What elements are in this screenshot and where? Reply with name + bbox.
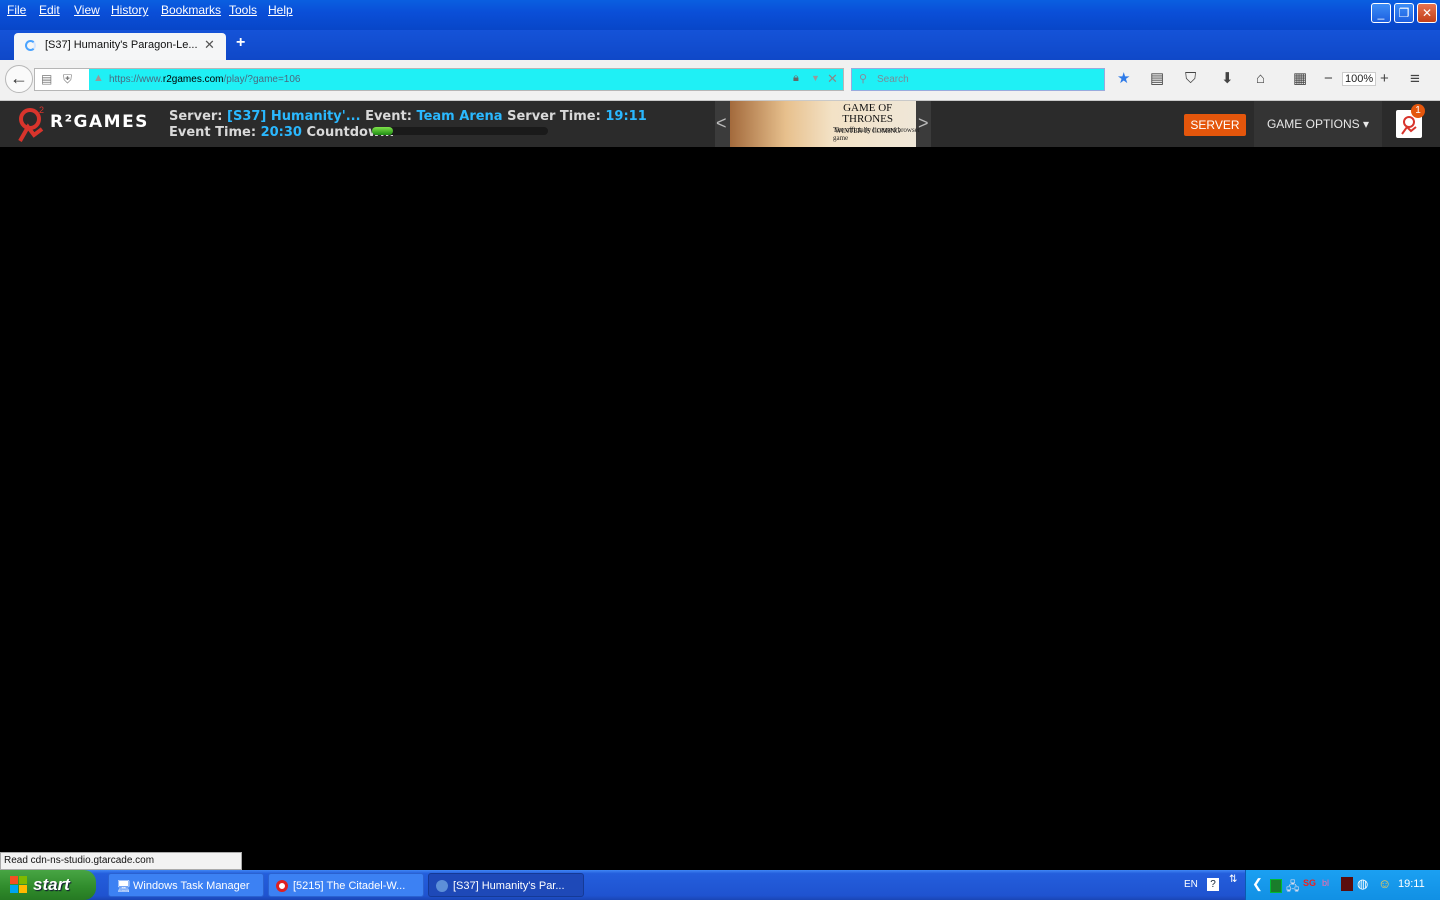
zoom-level[interactable]: 100%	[1342, 72, 1377, 86]
tab-close-icon[interactable]: ✕	[204, 37, 215, 53]
warning-icon: ▲	[93, 72, 104, 84]
opera-icon	[276, 880, 288, 892]
task-opera-citadel[interactable]: [5215] The Citadel-W...	[268, 873, 424, 897]
identity-icon[interactable]: ▤	[41, 72, 52, 86]
loading-spinner-icon	[25, 40, 36, 51]
dropdown-icon[interactable]: ▼	[811, 73, 820, 83]
sync-tabs-icon[interactable]: ▦	[1293, 70, 1307, 88]
server-info-line: Server: [S37] Humanity'... Event: Team A…	[169, 109, 647, 124]
search-icon: ⚲	[859, 73, 868, 85]
tab-strip: [S37] Humanity's Paragon-Le... ✕	[0, 30, 1440, 60]
status-bar-text: Read cdn-ns-studio.gtarcade.com	[0, 852, 242, 870]
downloads-icon[interactable]: ⬇	[1221, 70, 1234, 88]
stop-icon[interactable]: ✕	[827, 71, 838, 87]
countdown-progress-bar	[372, 127, 548, 135]
start-label: start	[33, 875, 70, 894]
task-manager-icon: 🖥︎	[116, 879, 132, 893]
url-text[interactable]: https://www.r2games.com/play/?game=106	[109, 74, 301, 85]
notification-badge: 1	[1411, 104, 1425, 118]
help-icon[interactable]: ?	[1207, 878, 1219, 891]
tray-smile-icon[interactable]: ☺	[1378, 876, 1391, 891]
svg-text:2: 2	[39, 105, 44, 115]
window-titlebar: File Edit View History Bookmarks Tools H…	[0, 0, 1440, 30]
tray-expand-icon[interactable]: ❮	[1252, 876, 1263, 892]
pocket-icon[interactable]: ⛉	[1185, 70, 1196, 88]
zoom-in-button[interactable]: +	[1380, 70, 1389, 88]
banner-subtitle: The officially licensed browser game	[833, 126, 921, 142]
game-canvas[interactable]	[0, 147, 1440, 852]
search-bar[interactable]: ⚲ Search	[851, 68, 1105, 91]
browser-tab[interactable]: [S37] Humanity's Paragon-Le... ✕	[14, 33, 226, 60]
menu-tools[interactable]: Tools	[229, 3, 257, 17]
menu-view[interactable]: View	[74, 3, 100, 17]
task-task-manager[interactable]: 🖥︎ Windows Task Manager	[108, 873, 264, 897]
countdown-progress-fill	[372, 127, 394, 135]
event-time-line: Event Time: 20:30 Countdown:	[169, 125, 394, 140]
navigation-toolbar: ▤ ⛨ ▲ https://www.r2games.com/play/?game…	[0, 60, 1440, 101]
bookmark-star-icon[interactable]: ★	[1117, 70, 1130, 88]
tab-title: [S37] Humanity's Paragon-Le...	[45, 39, 198, 51]
home-icon[interactable]: ⌂	[1256, 70, 1265, 88]
lock-icon: 🔒︎	[793, 72, 799, 84]
menu-help[interactable]: Help	[268, 3, 293, 17]
firefox-icon	[436, 880, 448, 892]
server-time-label: Server Time:	[507, 109, 601, 124]
start-button[interactable]: start	[0, 870, 96, 900]
url-bar[interactable]: ▤ ⛨ ▲ https://www.r2games.com/play/?game…	[34, 68, 844, 91]
menu-history[interactable]: History	[111, 3, 148, 17]
banner-prev-arrow[interactable]: <	[716, 113, 727, 134]
tray-app-icon[interactable]	[1270, 879, 1282, 893]
clock[interactable]: 19:11	[1398, 878, 1425, 890]
minimize-button[interactable]: _	[1371, 3, 1391, 23]
restore-button[interactable]: ❐	[1394, 3, 1414, 23]
brand-logo-text[interactable]: R²GAMES	[50, 112, 149, 132]
menu-bookmarks[interactable]: Bookmarks	[161, 3, 221, 17]
server-time-value: 19:11	[605, 109, 647, 124]
language-indicator[interactable]: EN	[1184, 879, 1198, 890]
windows-taskbar: start 🖥︎ Windows Task Manager [5215] The…	[0, 870, 1440, 900]
tracking-shield-icon[interactable]: ⛨	[63, 72, 72, 87]
game-of-thrones-banner[interactable]: < > GAME OF THRONES WINTER IS COMING The o…	[715, 101, 931, 147]
hamburger-menu-icon[interactable]: ≡	[1410, 70, 1420, 88]
server-button[interactable]: SERVER	[1184, 114, 1246, 136]
task-firefox-humanity[interactable]: [S37] Humanity's Par...	[428, 873, 584, 897]
game-header: 2 R²GAMES Server: [S37] Humanity'... Eve…	[0, 101, 1440, 147]
event-time-value: 20:30	[260, 125, 302, 140]
antivirus-icon[interactable]: SG	[1303, 878, 1316, 888]
r2games-logo-icon[interactable]: 2	[12, 105, 48, 143]
menu-file[interactable]: File	[7, 3, 26, 17]
steam-icon[interactable]: ◍	[1357, 876, 1368, 892]
event-label: Event:	[365, 109, 412, 124]
network-icon[interactable]: 🖧︎	[1286, 877, 1299, 898]
close-window-button[interactable]: ✕	[1417, 3, 1437, 23]
updown-icon[interactable]: ⇅	[1229, 874, 1237, 885]
event-time-label: Event Time:	[169, 125, 257, 140]
server-value[interactable]: [S37] Humanity'...	[227, 109, 361, 124]
menu-edit[interactable]: Edit	[39, 3, 60, 17]
new-tab-button[interactable]: +	[236, 34, 245, 52]
zoom-out-button[interactable]: −	[1324, 70, 1333, 88]
back-button[interactable]: ←	[5, 65, 33, 93]
game-options-dropdown[interactable]: GAME OPTIONS ▾	[1254, 101, 1382, 147]
event-value: Team Arena	[416, 109, 503, 124]
bookmarks-list-icon[interactable]: ▤	[1150, 70, 1164, 88]
game-tray-icon[interactable]	[1341, 877, 1353, 891]
windows-logo-icon	[10, 876, 27, 893]
server-label: Server:	[169, 109, 223, 124]
search-input[interactable]: Search	[877, 74, 909, 85]
tray-bl-icon[interactable]: bl	[1322, 878, 1329, 888]
